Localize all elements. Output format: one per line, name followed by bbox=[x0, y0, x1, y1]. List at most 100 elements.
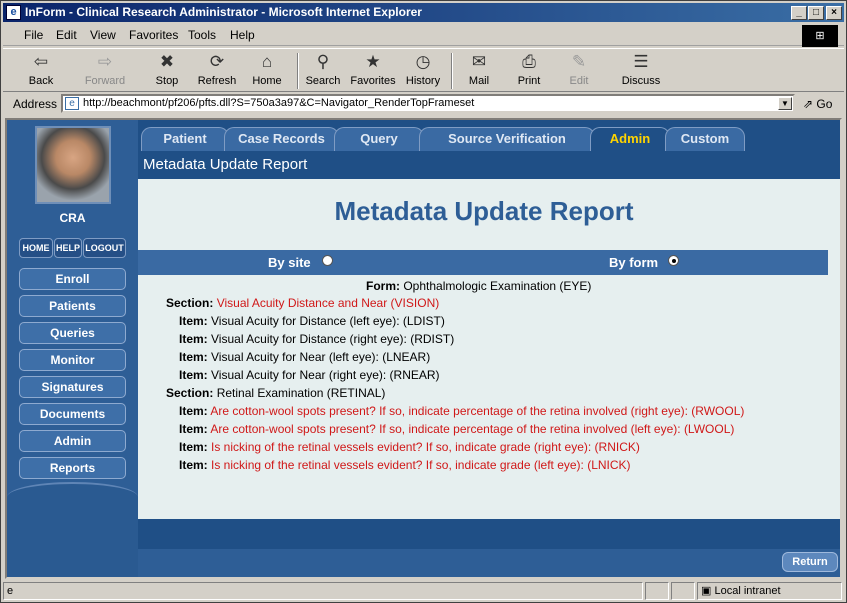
report-mode-bar: By site By form bbox=[138, 250, 828, 275]
item-name: Is nicking of the retinal vessels eviden… bbox=[211, 458, 631, 472]
tab-custom[interactable]: Custom bbox=[665, 127, 745, 151]
form-row: Form: Ophthalmologic Examination (EYE) bbox=[366, 279, 592, 293]
favorites-icon: ★ bbox=[365, 52, 381, 71]
tab-source-verification[interactable]: Source Verification bbox=[419, 127, 595, 151]
address-url: http://beachmont/pf206/pfts.dll?S=750a3a… bbox=[83, 97, 475, 109]
windows-logo-icon: ⊞ bbox=[802, 25, 838, 47]
mail-icon: ✉ bbox=[471, 52, 487, 71]
intranet-icon: ▣ bbox=[701, 585, 712, 597]
nav-documents[interactable]: Documents bbox=[19, 403, 126, 425]
report-title: Metadata Update Report bbox=[334, 196, 634, 226]
ie-logo-icon: e bbox=[6, 5, 21, 20]
nav-signatures[interactable]: Signatures bbox=[19, 376, 126, 398]
item-row: Item: Visual Acuity for Near (left eye):… bbox=[179, 350, 431, 364]
toolbar: ⇦ Back ⇨ Forward ✖ Stop ⟳ Refresh ⌂ Home ⚲ Sea… bbox=[3, 48, 844, 92]
user-photo bbox=[35, 126, 111, 204]
nav-enroll[interactable]: Enroll bbox=[19, 268, 126, 290]
mail-button[interactable]: ✉ Mail bbox=[455, 51, 503, 91]
home-icon: ⌂ bbox=[261, 52, 273, 71]
browser-window: e InForm - Clinical Research Administrat… bbox=[0, 0, 847, 603]
return-button[interactable]: Return bbox=[782, 552, 838, 572]
section-row: Section: Visual Acuity Distance and Near… bbox=[166, 296, 440, 310]
item-row: Item: Are cotton-wool spots present? If … bbox=[179, 404, 745, 418]
nav-monitor[interactable]: Monitor bbox=[19, 349, 126, 371]
logout-link[interactable]: LOGOUT bbox=[83, 238, 126, 258]
discuss-button[interactable]: ☰ Discuss bbox=[617, 51, 665, 91]
close-button[interactable]: × bbox=[826, 6, 842, 20]
page-subheader: Metadata Update Report bbox=[138, 152, 840, 179]
nav-patients[interactable]: Patients bbox=[19, 295, 126, 317]
footer-strip: Return bbox=[138, 549, 840, 577]
tab-admin[interactable]: Admin bbox=[590, 127, 670, 151]
maximize-button[interactable]: □ bbox=[808, 6, 824, 20]
menu-view[interactable]: View bbox=[90, 28, 116, 42]
menu-help[interactable]: Help bbox=[230, 28, 255, 42]
by-site-radio[interactable] bbox=[322, 255, 333, 266]
minimize-button[interactable]: _ bbox=[791, 6, 807, 20]
edit-button[interactable]: ✎ Edit bbox=[555, 51, 603, 91]
report-panel: Metadata Update Report By site By form F… bbox=[138, 179, 840, 519]
by-site-label: By site bbox=[268, 255, 311, 270]
nav-queries[interactable]: Queries bbox=[19, 322, 126, 344]
print-button[interactable]: ⎙ Print bbox=[505, 51, 553, 91]
main-area: Patient Case Records Query Source Verifi… bbox=[138, 120, 840, 577]
by-form-label: By form bbox=[609, 255, 659, 270]
page-content: CRA HOME HELP LOGOUT Enroll Patients Que… bbox=[5, 118, 842, 579]
help-link[interactable]: HELP bbox=[54, 238, 82, 258]
sidebar-decoration bbox=[7, 482, 138, 577]
search-button[interactable]: ⚲ Search bbox=[299, 51, 347, 91]
item-row: Item: Are cotton-wool spots present? If … bbox=[179, 422, 735, 436]
item-row: Item: Is nicking of the retinal vessels … bbox=[179, 458, 631, 472]
title-bar: e InForm - Clinical Research Administrat… bbox=[3, 3, 844, 22]
home-button[interactable]: ⌂ Home bbox=[243, 51, 291, 91]
by-form-radio[interactable] bbox=[668, 255, 679, 266]
address-input[interactable]: e http://beachmont/pf206/pfts.dll?S=750a… bbox=[61, 94, 795, 113]
refresh-icon: ⟳ bbox=[209, 52, 225, 71]
search-icon: ⚲ bbox=[316, 52, 330, 71]
zone-cell: ▣ Local intranet bbox=[697, 582, 842, 600]
forward-button[interactable]: ⇨ Forward bbox=[81, 51, 129, 91]
menu-file[interactable]: File bbox=[24, 28, 43, 42]
page-status-icon: e bbox=[7, 585, 14, 597]
forward-arrow-icon: ⇨ bbox=[97, 52, 113, 71]
item-name: Visual Acuity for Near (right eye): (RNE… bbox=[211, 368, 440, 382]
history-icon: ◷ bbox=[415, 52, 431, 71]
edit-icon: ✎ bbox=[571, 52, 587, 71]
tab-bar: Patient Case Records Query Source Verifi… bbox=[138, 120, 840, 152]
status-cell bbox=[671, 582, 695, 600]
window-title: InForm - Clinical Research Administrator… bbox=[25, 5, 422, 19]
back-button[interactable]: ⇦ Back bbox=[17, 51, 65, 91]
menu-favorites[interactable]: Favorites bbox=[129, 28, 178, 42]
item-name: Are cotton-wool spots present? If so, in… bbox=[210, 404, 745, 418]
section-name: Retinal Examination (RETINAL) bbox=[216, 386, 386, 400]
nav-admin[interactable]: Admin bbox=[19, 430, 126, 452]
item-row: Item: Is nicking of the retinal vessels … bbox=[179, 440, 640, 454]
favorites-button[interactable]: ★ Favorites bbox=[349, 51, 397, 91]
home-link[interactable]: HOME bbox=[19, 238, 53, 258]
menu-edit[interactable]: Edit bbox=[56, 28, 77, 42]
item-row: Item: Visual Acuity for Near (right eye)… bbox=[179, 368, 440, 382]
item-name: Is nicking of the retinal vessels eviden… bbox=[211, 440, 640, 454]
item-name: Visual Acuity for Distance (right eye): … bbox=[211, 332, 455, 346]
item-name: Visual Acuity for Near (left eye): (LNEA… bbox=[211, 350, 431, 364]
history-button[interactable]: ◷ History bbox=[399, 51, 447, 91]
footer-bar: Return bbox=[138, 519, 840, 577]
tab-case-records[interactable]: Case Records bbox=[224, 127, 339, 151]
section-name: Visual Acuity Distance and Near (VISION) bbox=[216, 296, 440, 310]
section-row: Section: Retinal Examination (RETINAL) bbox=[166, 386, 386, 400]
menu-tools[interactable]: Tools bbox=[188, 28, 216, 42]
item-row: Item: Visual Acuity for Distance (left e… bbox=[179, 314, 445, 328]
form-name: Ophthalmologic Examination (EYE) bbox=[403, 279, 592, 293]
tab-patient[interactable]: Patient bbox=[141, 127, 229, 151]
tab-query[interactable]: Query bbox=[334, 127, 424, 151]
menu-bar: File Edit View Favorites Tools Help ⊞ bbox=[3, 24, 844, 47]
refresh-button[interactable]: ⟳ Refresh bbox=[193, 51, 241, 91]
nav-reports[interactable]: Reports bbox=[19, 457, 126, 479]
stop-icon: ✖ bbox=[159, 52, 175, 71]
discuss-icon: ☰ bbox=[633, 52, 649, 71]
go-arrow-icon: ⇗ bbox=[803, 97, 814, 111]
go-button[interactable]: ⇗ Go bbox=[803, 97, 832, 111]
stop-button[interactable]: ✖ Stop bbox=[143, 51, 191, 91]
address-label: Address bbox=[13, 97, 58, 111]
address-dropdown-icon[interactable]: ▼ bbox=[778, 97, 792, 110]
